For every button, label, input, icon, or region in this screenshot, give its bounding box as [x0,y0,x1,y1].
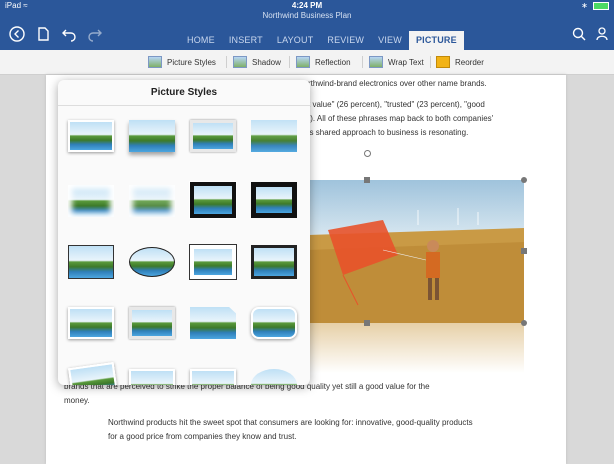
wrap-text-button[interactable]: Wrap Text [369,54,424,70]
popover-title: Picture Styles [150,87,218,98]
picture-styles-icon [148,56,162,68]
picture-style-option[interactable] [190,307,236,339]
picture-ribbon: Picture Styles Shadow Reflection Wrap Te… [0,50,614,75]
doc-text-line: Northwind products hit the sweet spot th… [108,418,473,427]
resize-handle-top[interactable] [364,177,370,183]
rotate-handle-icon[interactable] [364,150,371,157]
picture-style-option[interactable] [190,120,236,152]
tab-picture[interactable]: PICTURE [408,31,464,50]
picture-style-option[interactable] [251,182,297,218]
ribbon-divider [362,56,363,68]
picture-style-option[interactable] [251,307,297,339]
app-header: iPad ≈ 4:24 PM Northwind Business Plan ∗… [0,0,614,50]
resize-handle-right[interactable] [521,248,527,254]
picture-style-option[interactable] [251,120,297,152]
wrap-text-label: Wrap Text [388,57,424,67]
picture-style-option[interactable] [68,185,114,217]
search-icon[interactable] [570,25,588,43]
popover-divider [58,105,310,106]
tab-home[interactable]: HOME [180,31,222,50]
picture-style-option[interactable] [129,307,175,339]
picture-style-option[interactable] [67,361,119,385]
picture-style-option[interactable] [129,120,175,152]
file-icon[interactable] [34,25,52,43]
reflection-icon [296,56,310,68]
picture-style-option[interactable] [68,120,114,152]
ribbon-tabs: HOME INSERT LAYOUT REVIEW VIEW PICTURE [180,31,464,50]
resize-handle-bottom[interactable] [364,320,370,326]
doc-text-line: t). All of these phrases map back to bot… [308,114,494,123]
reorder-label: Reorder [455,57,484,67]
back-icon[interactable] [8,25,26,43]
shadow-icon [233,56,247,68]
reorder-button[interactable]: Reorder [436,54,484,70]
ribbon-divider [226,56,227,68]
picture-style-option[interactable] [189,244,237,280]
selected-picture[interactable] [308,180,524,323]
resize-handle-bottom-right[interactable] [521,320,527,326]
redo-icon[interactable] [86,25,104,43]
status-time: 4:24 PM [291,1,323,10]
picture-styles-popover: Picture Styles [58,80,310,385]
reflection-label: Reflection [315,57,351,67]
picture-style-option[interactable] [68,245,114,279]
status-right: ∗ [581,1,609,10]
shadow-label: Shadow [252,57,281,67]
wrap-text-icon [369,56,383,68]
picture-style-option[interactable] [129,369,175,385]
undo-icon[interactable] [60,25,78,43]
share-user-icon[interactable] [594,25,612,43]
ribbon-divider [430,56,431,68]
bluetooth-icon: ∗ [581,1,588,10]
tab-layout[interactable]: LAYOUT [270,31,321,50]
picture-style-option[interactable] [251,369,297,385]
doc-text-line: 's shared approach to business is resona… [308,128,469,137]
shadow-button[interactable]: Shadow [233,54,281,70]
ribbon-divider [289,56,290,68]
picture-reflection [308,323,524,373]
tab-view[interactable]: VIEW [371,31,409,50]
tab-insert[interactable]: INSERT [222,31,270,50]
reflection-button[interactable]: Reflection [296,54,351,70]
kite-child-photo [308,208,524,323]
resize-handle-top-right[interactable] [521,177,527,183]
picture-style-option[interactable] [129,185,175,217]
doc-text-line: money. [64,396,90,405]
doc-text-line: for a good price from companies they kno… [108,432,297,441]
picture-style-option[interactable] [251,245,297,279]
doc-text-line: rthwind-brand electronics over other nam… [308,79,487,88]
document-title: Northwind Business Plan [262,11,352,20]
tab-review[interactable]: REVIEW [320,31,371,50]
picture-styles-label: Picture Styles [167,57,216,67]
picture-styles-button[interactable]: Picture Styles [148,54,216,70]
reorder-icon [436,56,450,68]
picture-style-option[interactable] [189,181,237,219]
doc-text-line: t value" (26 percent), "trusted" (23 per… [308,100,485,109]
picture-style-option[interactable] [68,307,114,339]
picture-style-option[interactable] [190,369,236,385]
picture-style-option[interactable] [129,247,175,277]
battery-icon [593,1,609,10]
